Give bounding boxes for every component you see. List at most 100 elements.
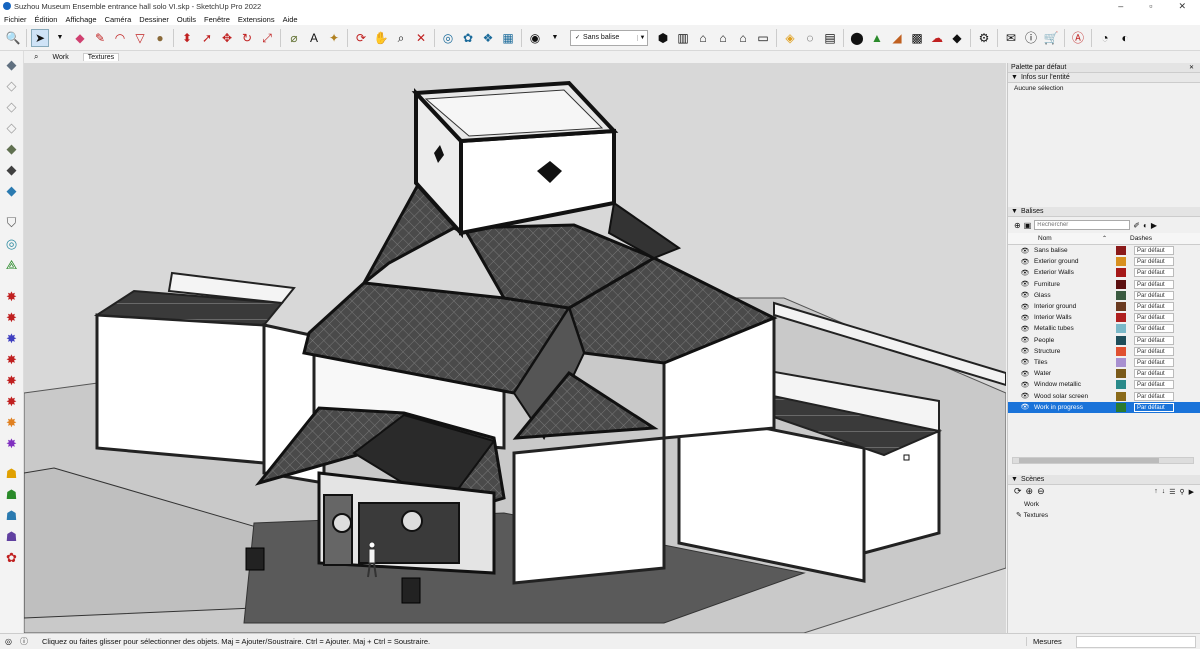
compass-icon[interactable]: ◔ <box>1096 29 1114 47</box>
settings-gear-icon[interactable]: ⚙ <box>975 29 993 47</box>
col-name[interactable]: Nom <box>1038 235 1102 242</box>
tag-row[interactable]: 👁 Water Par défaut <box>1008 368 1200 379</box>
trim-icon[interactable]: ✸ <box>3 371 21 389</box>
model-viewport[interactable] <box>24 63 1006 633</box>
visibility-eye-icon[interactable]: 👁 <box>1016 314 1034 322</box>
visibility-eye-icon[interactable]: 👁 <box>1016 358 1034 366</box>
tag-name[interactable]: Interior Walls <box>1034 314 1116 321</box>
tag-color-swatch[interactable] <box>1116 313 1126 323</box>
tag-row[interactable]: 👁 Structure Par défaut <box>1008 346 1200 357</box>
tag-name[interactable]: Wood solar screen <box>1034 393 1116 400</box>
paint-icon[interactable]: ◐ <box>1143 221 1148 230</box>
tag-name[interactable]: Furniture <box>1034 281 1116 288</box>
details-arrow-icon[interactable]: ▶ <box>1151 221 1157 230</box>
menu-edition[interactable]: Édition <box>35 15 58 24</box>
tag-color-swatch[interactable] <box>1116 369 1126 379</box>
scene-down-icon[interactable]: ↓ <box>1162 488 1166 495</box>
visibility-eye-icon[interactable]: 👁 <box>1016 347 1034 355</box>
xray-icon[interactable]: ⬤ <box>848 29 866 47</box>
scrollbar-thumb[interactable] <box>1019 457 1159 463</box>
close-icon[interactable]: ✕ <box>1189 64 1194 71</box>
tape-measure-icon[interactable]: ⌀ <box>285 29 303 47</box>
scene-tab-work[interactable]: Work <box>48 54 72 61</box>
entity-info-header[interactable]: ▼ Infos sur l'entité <box>1008 73 1200 83</box>
tag-dashes-select[interactable]: Par défaut <box>1134 335 1174 345</box>
visibility-eye-icon[interactable]: 👁 <box>1016 258 1034 266</box>
scene-item-work[interactable]: Work <box>1008 499 1200 510</box>
menu-dessiner[interactable]: Dessiner <box>139 15 169 24</box>
union-icon[interactable]: ✸ <box>3 329 21 347</box>
left-view-icon[interactable]: ▭ <box>754 29 772 47</box>
wireframe-icon[interactable]: ◢ <box>888 29 906 47</box>
cart-icon[interactable]: 🛒 <box>1042 29 1060 47</box>
add-location-icon[interactable]: ✿ <box>3 548 21 566</box>
shadow-icon[interactable]: ◐ <box>1116 29 1134 47</box>
line-pencil-icon[interactable]: ✎ <box>91 29 109 47</box>
stamp-icon[interactable]: ✸ <box>3 413 21 431</box>
follow-me-icon[interactable]: ➚ <box>198 29 216 47</box>
add-scene-icon[interactable]: ⊕ <box>1026 486 1034 497</box>
menu-fenetre[interactable]: Fenêtre <box>204 15 230 24</box>
tag-dashes-select[interactable]: Par défaut <box>1134 357 1174 367</box>
chevron-down-icon[interactable]: ▼ <box>51 29 69 47</box>
front-cube-icon[interactable]: ◇ <box>3 97 21 115</box>
push-pull-icon[interactable]: ⬍ <box>178 29 196 47</box>
front-view-icon[interactable]: ⌂ <box>694 29 712 47</box>
tag-dashes-select[interactable]: Par défaut <box>1134 369 1174 379</box>
tag-row[interactable]: 👁 Window metallic Par défaut <box>1008 379 1200 390</box>
tag-name[interactable]: Work in progress <box>1034 404 1116 411</box>
arc-icon[interactable]: ◠ <box>111 29 129 47</box>
text-icon[interactable]: A <box>305 29 323 47</box>
orbit-icon[interactable]: ⟳ <box>352 29 370 47</box>
right-view-icon[interactable]: ⌂ <box>714 29 732 47</box>
visibility-eye-icon[interactable]: 👁 <box>1016 392 1034 400</box>
paint-bucket-icon[interactable]: ● <box>151 29 169 47</box>
add-folder-icon[interactable]: ▣ <box>1024 221 1032 230</box>
tag-row[interactable]: 👁 Interior Walls Par défaut <box>1008 312 1200 323</box>
split-icon[interactable]: ✸ <box>3 392 21 410</box>
tag-row[interactable]: 👁 People Par défaut <box>1008 335 1200 346</box>
hidden-line-icon[interactable]: ▩ <box>908 29 926 47</box>
maximize-button[interactable]: ▫ <box>1149 1 1152 12</box>
tag-dashes-select[interactable]: Par défaut <box>1134 346 1174 356</box>
visibility-eye-icon[interactable]: 👁 <box>1016 280 1034 288</box>
visibility-eye-icon[interactable]: 👁 <box>1016 269 1034 277</box>
top-cube-icon[interactable]: ◇ <box>3 76 21 94</box>
tag-color-swatch[interactable] <box>1116 302 1126 312</box>
visibility-eye-icon[interactable]: 👁 <box>1016 325 1034 333</box>
tag-color-swatch[interactable] <box>1116 257 1126 267</box>
zoom-icon[interactable]: ⌕ <box>392 29 410 47</box>
sort-icon[interactable]: ⌃ <box>1102 235 1118 242</box>
visibility-eye-icon[interactable]: 👁 <box>1016 381 1034 389</box>
remove-scene-icon[interactable]: ⊖ <box>1037 486 1045 497</box>
subtract-icon[interactable]: ✸ <box>3 350 21 368</box>
info-icon[interactable]: ⓘ <box>1022 29 1040 47</box>
tag-color-swatch[interactable] <box>1116 357 1126 367</box>
tag-dashes-select[interactable]: Par défaut <box>1134 246 1174 256</box>
tags-header[interactable]: ▼ Balises <box>1008 207 1200 217</box>
info-icon[interactable]: ⓘ <box>20 636 28 647</box>
scene-item-textures[interactable]: ✎ Textures <box>1008 510 1200 521</box>
mail-icon[interactable]: ✉ <box>1002 29 1020 47</box>
tag-color-swatch[interactable] <box>1116 380 1126 390</box>
shield-icon[interactable]: ⛉ <box>3 213 21 231</box>
tags-horizontal-scrollbar[interactable] <box>1012 456 1194 464</box>
tag-dashes-select[interactable]: Par défaut <box>1134 279 1174 289</box>
tag-row[interactable]: 👁 Interior ground Par défaut <box>1008 301 1200 312</box>
tag-row[interactable]: 👁 Exterior ground Par défaut <box>1008 256 1200 267</box>
search-icon[interactable]: 🔍 <box>4 29 22 47</box>
select-arrow-icon[interactable]: ➤ <box>31 28 49 47</box>
drape-icon[interactable]: ✸ <box>3 434 21 452</box>
tag-color-swatch[interactable] <box>1116 290 1126 300</box>
tag-color-swatch[interactable] <box>1116 335 1126 345</box>
tag-row[interactable]: 👁 Furniture Par défaut <box>1008 279 1200 290</box>
tag-row[interactable]: 👁 Metallic tubes Par défaut <box>1008 323 1200 334</box>
tag-row[interactable]: 👁 Sans balise Par défaut <box>1008 245 1200 256</box>
tag-color-swatch[interactable] <box>1116 324 1126 334</box>
warehouse-icon[interactable]: ◎ <box>439 29 457 47</box>
tag-color-swatch[interactable] <box>1116 279 1126 289</box>
menu-aide[interactable]: Aide <box>283 15 298 24</box>
geo-location-icon[interactable]: ◎ <box>5 637 12 646</box>
back-cube-icon[interactable]: ◆ <box>3 139 21 157</box>
search-icon[interactable]: ⌕ <box>34 52 38 62</box>
